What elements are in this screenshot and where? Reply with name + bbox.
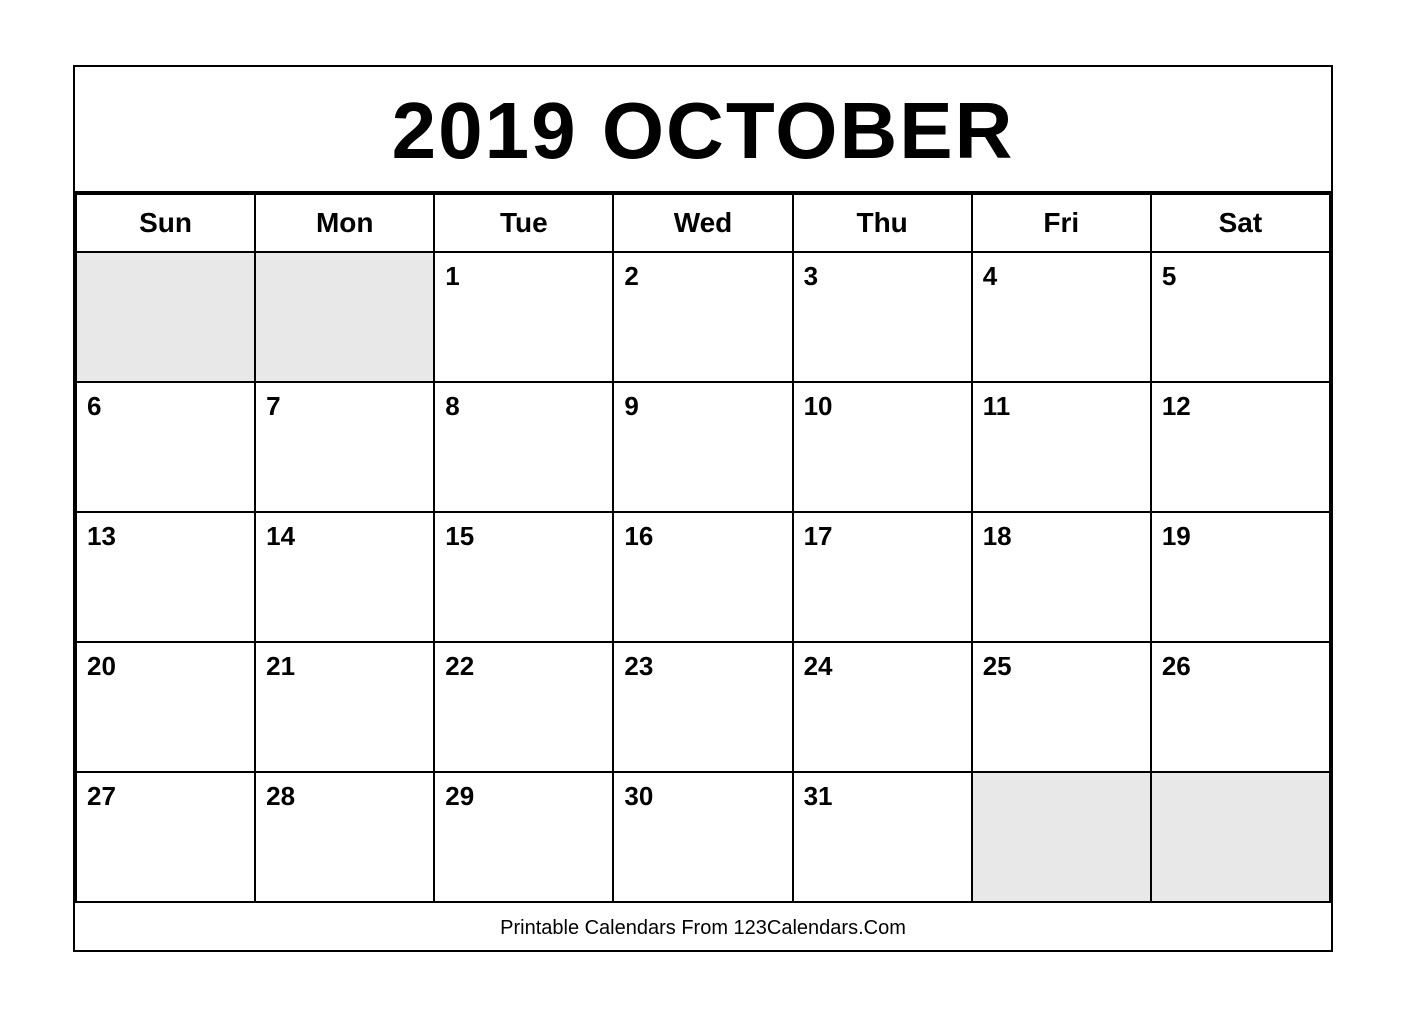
calendar-day-cell: 13 [76,512,255,642]
calendar-day-cell: 6 [76,382,255,512]
calendar-day-cell: 7 [255,382,434,512]
calendar-week-row: 20212223242526 [76,642,1330,772]
calendar-day-cell: 16 [613,512,792,642]
calendar-day-cell: 5 [1151,252,1330,382]
calendar-day-cell: 24 [793,642,972,772]
calendar-footer: Printable Calendars From 123Calendars.Co… [75,903,1331,950]
calendar-body: 1234567891011121314151617181920212223242… [76,252,1330,902]
days-header-row: Sun Mon Tue Wed Thu Fri Sat [76,194,1330,252]
header-sat: Sat [1151,194,1330,252]
calendar-day-cell: 8 [434,382,613,512]
calendar-day-cell [972,772,1151,902]
calendar-day-cell: 19 [1151,512,1330,642]
calendar-day-cell: 28 [255,772,434,902]
calendar-title: 2019 OCTOBER [75,67,1331,193]
calendar-grid: Sun Mon Tue Wed Thu Fri Sat 123456789101… [75,193,1331,903]
calendar-week-row: 6789101112 [76,382,1330,512]
calendar-day-cell [76,252,255,382]
calendar-day-cell: 12 [1151,382,1330,512]
calendar-day-cell: 3 [793,252,972,382]
calendar-day-cell: 21 [255,642,434,772]
calendar-day-cell [255,252,434,382]
calendar-day-cell [1151,772,1330,902]
calendar-day-cell: 1 [434,252,613,382]
calendar-day-cell: 22 [434,642,613,772]
calendar-day-cell: 2 [613,252,792,382]
calendar-day-cell: 15 [434,512,613,642]
calendar-day-cell: 11 [972,382,1151,512]
calendar-day-cell: 4 [972,252,1151,382]
calendar-day-cell: 10 [793,382,972,512]
calendar-day-cell: 20 [76,642,255,772]
calendar-container: 2019 OCTOBER Sun Mon Tue Wed Thu Fri Sat… [73,65,1333,952]
calendar-day-cell: 31 [793,772,972,902]
calendar-week-row: 2728293031 [76,772,1330,902]
calendar-week-row: 13141516171819 [76,512,1330,642]
calendar-day-cell: 26 [1151,642,1330,772]
calendar-day-cell: 9 [613,382,792,512]
header-fri: Fri [972,194,1151,252]
calendar-day-cell: 14 [255,512,434,642]
header-mon: Mon [255,194,434,252]
header-sun: Sun [76,194,255,252]
calendar-day-cell: 18 [972,512,1151,642]
header-thu: Thu [793,194,972,252]
header-tue: Tue [434,194,613,252]
calendar-day-cell: 23 [613,642,792,772]
calendar-week-row: 12345 [76,252,1330,382]
calendar-day-cell: 17 [793,512,972,642]
calendar-day-cell: 29 [434,772,613,902]
calendar-day-cell: 30 [613,772,792,902]
header-wed: Wed [613,194,792,252]
calendar-day-cell: 27 [76,772,255,902]
calendar-day-cell: 25 [972,642,1151,772]
